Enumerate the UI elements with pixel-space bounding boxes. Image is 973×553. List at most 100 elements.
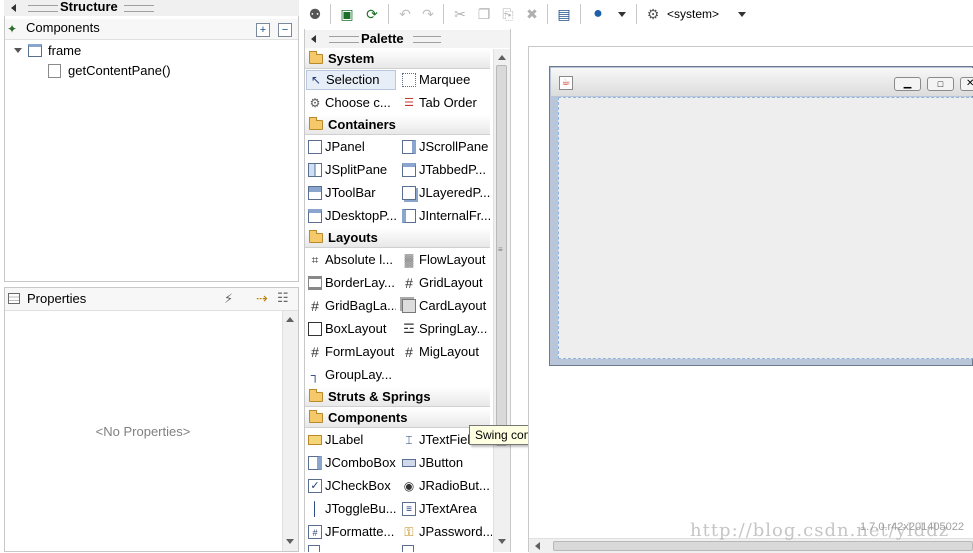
palette-item-cardlayout[interactable]: CardLayout xyxy=(400,296,490,316)
gridlayout-icon: # xyxy=(405,275,413,291)
palette-item-jpasswordfield[interactable]: ⚿ JPassword... xyxy=(400,522,492,542)
folder-closed-icon xyxy=(309,389,323,402)
item-label: Marquee xyxy=(419,72,471,87)
item-label: Selection xyxy=(326,72,380,87)
palette-item-jsplitpane[interactable]: JSplitPane xyxy=(306,160,396,180)
form-icon[interactable]: ▤ xyxy=(554,4,574,24)
preview-icon[interactable]: ▣ xyxy=(337,4,357,24)
scroll-up-icon[interactable] xyxy=(286,317,294,322)
canvas-scroll-thumb[interactable] xyxy=(553,541,973,551)
palette-item-jscrollpane[interactable]: JScrollPane xyxy=(400,137,490,157)
palette-item-absolute-layout[interactable]: ⌗ Absolute l... xyxy=(306,250,396,270)
tree-expander-icon[interactable] xyxy=(14,48,22,53)
item-label: JToggleBu... xyxy=(325,501,396,516)
palette-item-springlayout[interactable]: ☲ SpringLay... xyxy=(400,319,490,339)
palette-item-selection[interactable]: ↖ Selection xyxy=(306,70,396,90)
structure-header[interactable]: Structure xyxy=(4,0,299,16)
palette-item-borderlayout[interactable]: BorderLay... xyxy=(306,273,396,293)
palette-item-gridlayout[interactable]: # GridLayout xyxy=(400,273,490,293)
palette-scroll-thumb[interactable]: ≡ xyxy=(496,65,507,446)
maximize-button[interactable]: □ xyxy=(927,77,954,91)
refresh-icon[interactable]: ⟳ xyxy=(362,4,382,24)
advanced-properties-icon[interactable]: ☷ xyxy=(277,290,289,306)
palette-item-jformattedtextfield[interactable]: # JFormatte... xyxy=(306,522,396,542)
palette-category-system[interactable]: System xyxy=(305,49,490,69)
pointer-icon: ↖ xyxy=(310,73,322,87)
look-and-feel-label[interactable]: <system> xyxy=(667,7,719,21)
externalize-dropdown-icon[interactable] xyxy=(618,12,626,17)
scroll-down-icon[interactable] xyxy=(286,539,294,544)
palette-item-jdesktoppane[interactable]: JDesktopP... xyxy=(306,206,396,226)
passwordfield-icon: ⚿ xyxy=(404,525,414,539)
close-button[interactable]: ✕ xyxy=(960,77,973,91)
palette-item-jcheckbox[interactable]: ✓ JCheckBox xyxy=(306,476,396,496)
palette-item-jlabel[interactable]: JLabel xyxy=(306,430,396,450)
scroll-left-icon[interactable] xyxy=(535,542,540,550)
item-label: JRadioBut... xyxy=(419,478,490,493)
scroll-up-icon[interactable] xyxy=(498,55,506,60)
item-label: MigLayout xyxy=(419,344,479,359)
palette-item-jtextarea[interactable]: ≡ JTextArea xyxy=(400,499,490,519)
redo-icon[interactable]: ↷ xyxy=(418,4,438,24)
palette-category-components[interactable]: Components xyxy=(305,408,490,428)
tree-item-label: getContentPane() xyxy=(68,63,171,78)
test-gui-icon[interactable]: ⚉ xyxy=(305,4,325,24)
thumb-grip-icon: ≡ xyxy=(498,245,503,254)
toolbar-separator xyxy=(547,4,548,24)
palette-category-struts-springs[interactable]: Struts & Springs xyxy=(305,387,490,407)
goto-definition-icon[interactable]: ⇢ xyxy=(256,290,268,307)
properties-scrollbar[interactable] xyxy=(282,311,298,551)
copy-icon[interactable]: ❐ xyxy=(474,4,494,24)
absolute-layout-icon: ⌗ xyxy=(311,253,319,267)
components-header: ✦ Components + − xyxy=(5,19,298,40)
palette-item-miglayout[interactable]: # MigLayout xyxy=(400,342,490,362)
palette-item-jtextfield[interactable]: ⌶ JTextFiel xyxy=(400,430,470,450)
tree-item-label: frame xyxy=(48,43,82,58)
look-and-feel-dropdown-icon[interactable] xyxy=(738,12,746,17)
frame-titlebar[interactable]: ☕ ▁ □ ✕ xyxy=(551,68,973,96)
palette-item-formlayout[interactable]: # FormLayout xyxy=(306,342,396,362)
palette-item-grouplayout[interactable]: ┐ GroupLay... xyxy=(306,365,396,385)
palette-collapse-icon[interactable] xyxy=(311,35,316,43)
palette-item-jpanel[interactable]: JPanel xyxy=(306,137,396,157)
palette-scrollbar[interactable]: ≡ xyxy=(493,49,510,552)
watermark: http://blog.csdn.net/ylddz xyxy=(690,520,950,541)
palette-item-jinternalframe[interactable]: JInternalFr... xyxy=(400,206,490,226)
palette-item-jtabbedpane[interactable]: JTabbedP... xyxy=(400,160,490,180)
collapse-arrow-icon[interactable] xyxy=(11,4,16,12)
tab-order-icon: ☰ xyxy=(404,97,414,109)
palette-item-gridbaglayout[interactable]: # GridBagLa... xyxy=(306,296,396,316)
minimize-button[interactable]: ▁ xyxy=(894,77,921,91)
formattedtextfield-icon: # xyxy=(308,525,322,539)
item-label: JButton xyxy=(419,455,464,470)
palette-item-flowlayout[interactable]: ▓ FlowLayout xyxy=(400,250,490,270)
externalize-strings-icon[interactable]: ● xyxy=(588,4,608,24)
scroll-down-icon[interactable] xyxy=(498,539,506,544)
palette-item-jradiobutton[interactable]: ◉ JRadioBut... xyxy=(400,476,490,496)
content-pane[interactable] xyxy=(558,97,973,359)
palette-item-jtoolbar[interactable]: JToolBar xyxy=(306,183,396,203)
folder-open-icon xyxy=(309,117,323,130)
collapse-all-icon[interactable]: − xyxy=(278,23,292,37)
palette-category-layouts[interactable]: Layouts xyxy=(305,228,490,248)
cut-icon[interactable]: ✂ xyxy=(450,4,470,24)
item-label: GroupLay... xyxy=(325,367,392,382)
grip-left xyxy=(28,5,58,12)
expand-all-icon[interactable]: + xyxy=(256,23,270,37)
palette-item-choose-component[interactable]: ⚙ Choose c... xyxy=(306,93,396,113)
palette-item-marquee[interactable]: Marquee xyxy=(400,70,490,90)
paste-icon[interactable]: ⎘ xyxy=(498,4,518,24)
look-and-feel-icon[interactable]: ⚙ xyxy=(643,4,663,24)
palette-item-jcombobox[interactable]: JComboBox xyxy=(306,453,400,473)
palette-item-jbutton[interactable]: JButton xyxy=(400,453,490,473)
panel-icon xyxy=(308,140,322,154)
undo-icon[interactable]: ↶ xyxy=(395,4,415,24)
palette-category-containers[interactable]: Containers xyxy=(305,115,490,135)
palette-item-tab-order[interactable]: ☰ Tab Order xyxy=(400,93,490,113)
palette-item-jtogglebutton[interactable]: │ JToggleBu... xyxy=(306,499,396,519)
palette-item-jlayeredpane[interactable]: JLayeredP... xyxy=(400,183,490,203)
show-events-icon[interactable]: ⚡ xyxy=(224,291,233,307)
palette-item-boxlayout[interactable]: BoxLayout xyxy=(306,319,396,339)
delete-icon[interactable]: ✖ xyxy=(522,4,542,24)
frame-preview[interactable]: ☕ ▁ □ ✕ xyxy=(549,66,973,366)
